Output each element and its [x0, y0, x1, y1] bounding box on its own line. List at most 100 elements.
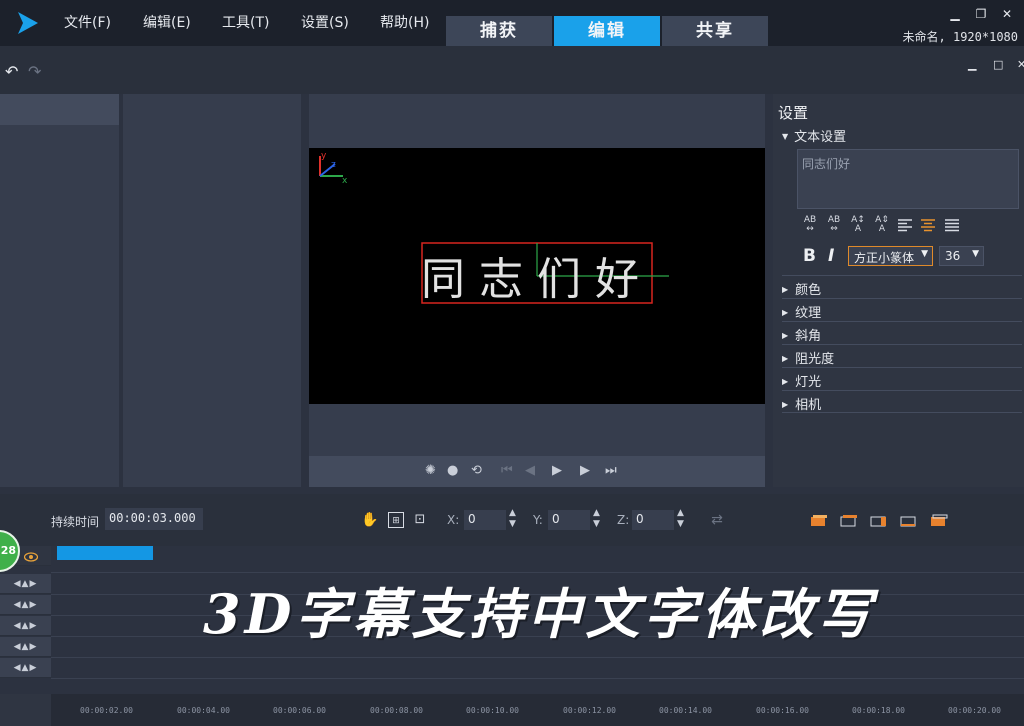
collapse-icon: ▼ [782, 132, 789, 141]
expand-icon: ▶ [782, 285, 789, 294]
overlay-caption: 3D字幕支持中文字体改写 [203, 582, 876, 646]
char-spacing-wide-icon[interactable]: AB ⇔ [825, 216, 843, 234]
track-controls[interactable]: ◀▲▶ [0, 658, 51, 678]
ruler-tick: 00:00:20.00 [948, 706, 1001, 715]
tab-share[interactable]: 共享 [662, 16, 768, 46]
camera-perspective-icon[interactable] [930, 514, 948, 527]
reset-icon[interactable]: ⇄ [709, 512, 725, 528]
axis-y-label: y [321, 151, 327, 161]
font-size-select[interactable]: 36 ▼ [939, 246, 984, 266]
ruler-tick: 00:00:08.00 [370, 706, 423, 715]
align-justify-icon[interactable] [945, 218, 959, 232]
redo-icon[interactable]: ↷ [28, 62, 41, 81]
timeline-ruler[interactable]: 00:00:02.00 00:00:04.00 00:00:06.00 00:0… [0, 694, 1024, 726]
sub-close-button[interactable]: ✕ [1017, 58, 1024, 71]
prop-opacity[interactable]: ▶ 阻光度 [782, 344, 1022, 367]
ruler-tick: 00:00:16.00 [756, 706, 809, 715]
align-center-icon[interactable] [921, 218, 935, 232]
undo-icon[interactable]: ↶ [5, 62, 18, 81]
font-select[interactable]: 方正小篆体 ▼ [848, 246, 933, 266]
eye-icon[interactable] [24, 552, 38, 562]
camera-bottom-icon[interactable] [900, 514, 918, 527]
chevron-down-icon: ▼ [921, 249, 928, 259]
prop-bevel[interactable]: ▶ 斜角 [782, 321, 1022, 344]
menu-file[interactable]: 文件(F) [64, 12, 111, 32]
loop-icon[interactable]: ⟲ [471, 463, 482, 478]
preview-canvas[interactable]: y z x 同志们好 [309, 148, 765, 404]
menu-settings[interactable]: 设置(S) [301, 12, 349, 32]
y-input[interactable]: 0 [548, 510, 590, 530]
x-stepper-icon[interactable]: ▲ ▼ [509, 508, 516, 530]
minimize-button[interactable]: ▁ [946, 6, 964, 22]
restore-button[interactable]: ❐ [972, 6, 990, 22]
library-panel [0, 94, 119, 487]
title-bar: 文件(F) 编辑(E) 工具(T) 设置(S) 帮助(H) 捕获 编辑 共享 ▁… [0, 0, 1024, 46]
track-controls[interactable]: ◀▲▶ [0, 637, 51, 657]
duration-input[interactable]: 00:00:03.000 [105, 508, 203, 530]
italic-button[interactable]: I [828, 246, 834, 266]
prop-texture[interactable]: ▶ 纹理 [782, 298, 1022, 321]
sub-minimize-button[interactable]: ▁ [968, 58, 976, 71]
tab-edit[interactable]: 编辑 [554, 16, 660, 46]
prev-frame-icon[interactable]: ◀ [525, 463, 535, 478]
preview-3d-text: 同志们好 [421, 254, 653, 305]
hand-icon[interactable]: ✋ [361, 512, 378, 528]
play-icon[interactable]: ▶ [552, 463, 562, 478]
font-size-value: 36 [945, 249, 961, 263]
go-start-icon[interactable]: ⏮ [501, 463, 513, 478]
axis-x-label: x [342, 176, 348, 186]
library-panel-header [0, 94, 119, 125]
bold-button[interactable]: B [803, 246, 816, 266]
settings-title: 设置 [778, 104, 809, 122]
z-input[interactable]: 0 [632, 510, 674, 530]
camera-top-icon[interactable] [840, 514, 858, 527]
line-spacing-icon[interactable]: A↕ A [849, 216, 867, 234]
align-left-icon[interactable] [898, 218, 912, 232]
track-controls[interactable]: ◀▲▶ [0, 574, 51, 594]
ruler-tick: 00:00:14.00 [659, 706, 712, 715]
x-input[interactable]: 0 [464, 510, 506, 530]
tab-capture[interactable]: 捕获 [446, 16, 552, 46]
3d-text-object[interactable]: 同志们好 [421, 242, 669, 305]
ruler-tick: 00:00:02.00 [80, 706, 133, 715]
text-settings-header[interactable]: ▼ 文本设置 [782, 126, 846, 145]
menu-help[interactable]: 帮助(H) [380, 12, 429, 32]
select-icon[interactable]: ⊞ [388, 512, 404, 528]
track-controls[interactable]: ◀▲▶ [0, 616, 51, 636]
prop-camera[interactable]: ▶ 相机 [782, 390, 1022, 413]
ruler-tick: 00:00:12.00 [563, 706, 616, 715]
light-icon[interactable]: ✺ [425, 463, 436, 478]
project-info: 未命名, 1920*1080 [902, 30, 1018, 44]
prop-color[interactable]: ▶ 颜色 [782, 275, 1022, 298]
prop-lighting[interactable]: ▶ 灯光 [782, 367, 1022, 390]
menu-edit[interactable]: 编辑(E) [143, 12, 191, 32]
app-logo-icon[interactable] [14, 10, 40, 36]
z-label: Z: [617, 513, 630, 527]
shape-icon[interactable]: ● [447, 463, 458, 478]
track-controls[interactable]: ◀▲▶ [0, 595, 51, 615]
line-spacing-wide-icon[interactable]: A⇕ A [873, 216, 891, 234]
preview-area: y z x 同志们好 ✺ ● ⟲ ⏮ ◀ ▶ ▶ ⏭ [309, 94, 765, 487]
expand-icon: ▶ [782, 377, 789, 386]
expand-icon: ▶ [782, 354, 789, 363]
expand-icon: ▶ [782, 331, 789, 340]
go-end-icon[interactable]: ⏭ [605, 463, 617, 478]
ruler-tick: 00:00:04.00 [177, 706, 230, 715]
camera-front-icon[interactable] [810, 514, 828, 527]
camera-side-icon[interactable] [870, 514, 888, 527]
menu-tools[interactable]: 工具(T) [222, 12, 269, 32]
sub-maximize-button[interactable]: □ [993, 58, 1003, 71]
y-stepper-icon[interactable]: ▲ ▼ [593, 508, 600, 530]
object-panel [123, 94, 301, 487]
z-stepper-icon[interactable]: ▲ ▼ [677, 508, 684, 530]
ruler-tick: 00:00:06.00 [273, 706, 326, 715]
ruler-corner [0, 694, 51, 726]
settings-panel: 设置 ▼ 文本设置 同志们好 AB ↔ AB ⇔ A↕ A A⇕ A B I 方正小篆体 ▼… [773, 94, 1024, 487]
next-frame-icon[interactable]: ▶ [580, 463, 590, 478]
char-spacing-icon[interactable]: AB ↔ [801, 216, 819, 234]
close-button[interactable]: ✕ [998, 6, 1016, 22]
fit-icon[interactable]: ⊡ [412, 512, 428, 528]
text-input[interactable]: 同志们好 [797, 149, 1019, 209]
track-divider [51, 657, 1024, 658]
timeline-clip[interactable] [57, 546, 153, 560]
